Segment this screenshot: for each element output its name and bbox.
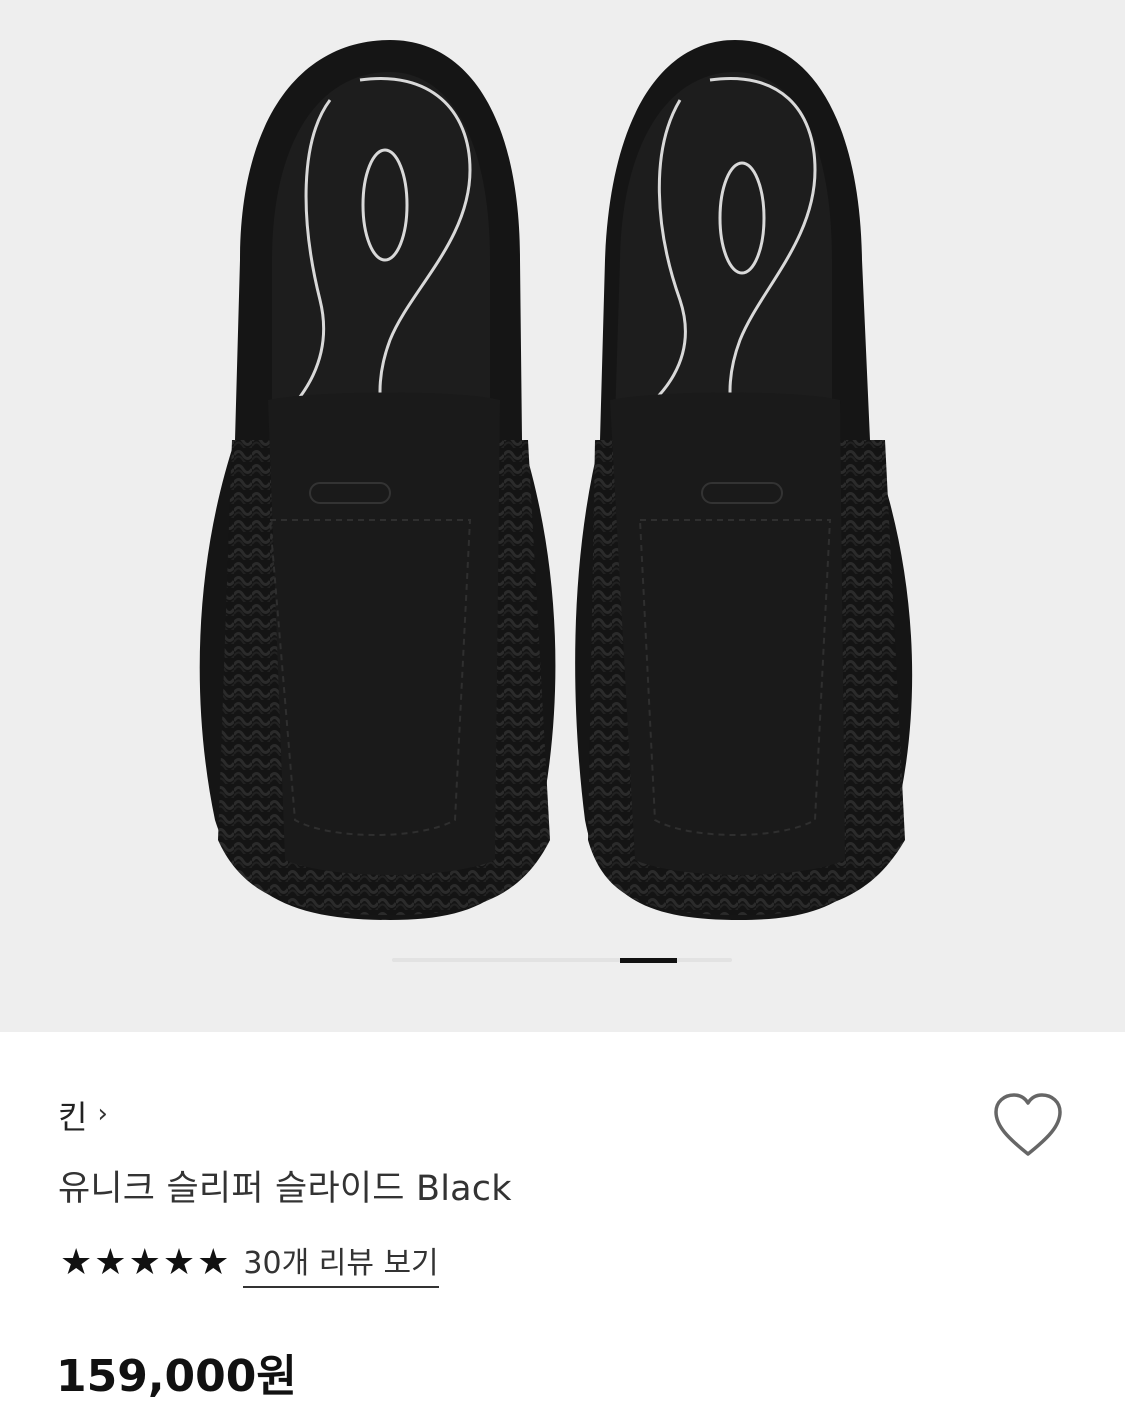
brand-link[interactable]: 킨 › [58, 1092, 108, 1138]
wishlist-button[interactable] [990, 1090, 1066, 1160]
brand-name: 킨 [58, 1098, 88, 1136]
product-price: 159,000원 [56, 1351, 297, 1402]
star-icon: ★ [60, 1242, 93, 1283]
carousel-track [392, 958, 732, 962]
star-icon: ★ [128, 1242, 161, 1283]
star-icon: ★ [94, 1242, 127, 1283]
star-rating: ★ ★ ★ ★ ★ [60, 1243, 229, 1283]
chevron-right-icon: › [97, 1099, 108, 1129]
star-icon: ★ [197, 1242, 230, 1283]
heart-outline-icon [994, 1093, 1062, 1156]
star-icon: ★ [162, 1242, 196, 1283]
reviews-link[interactable]: 30개 리뷰 보기 [243, 1238, 439, 1288]
product-photo [199, 40, 913, 920]
rating-row: ★ ★ ★ ★ ★ 30개 리뷰 보기 [60, 1238, 439, 1288]
product-title: 유니크 슬리퍼 슬라이드 Black [58, 1169, 512, 1209]
left-slipper [199, 40, 556, 920]
right-slipper [575, 40, 913, 920]
carousel-indicator-active[interactable] [620, 958, 677, 963]
product-image-carousel[interactable] [0, 0, 1125, 1032]
